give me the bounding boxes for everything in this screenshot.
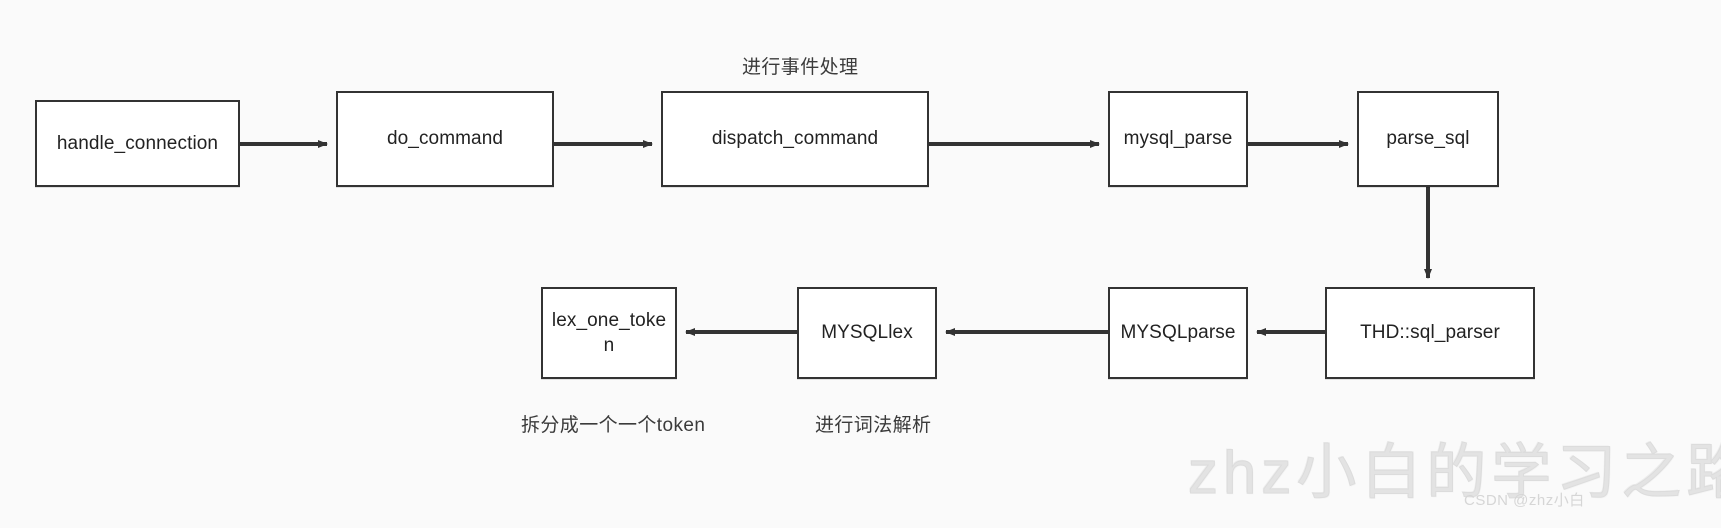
node-mysql-parse[interactable]: mysql_parse <box>1108 91 1248 187</box>
annotation-event-processing: 进行事件处理 <box>742 57 859 78</box>
annotation-lexical-analysis: 进行词法解析 <box>815 415 932 436</box>
node-mysql-parse-label: mysql_parse <box>1123 128 1233 150</box>
node-mysqllex[interactable]: MYSQLlex <box>797 287 937 379</box>
node-lex-one-token[interactable]: lex_one_toke n <box>541 287 677 379</box>
node-mysqllex-label: MYSQLlex <box>821 322 913 344</box>
node-handle-connection[interactable]: handle_connection <box>35 100 240 187</box>
node-dispatch-command[interactable]: dispatch_command <box>661 91 929 187</box>
node-mysqlparse[interactable]: MYSQLparse <box>1108 287 1248 379</box>
node-thd-sql-parser[interactable]: THD::sql_parser <box>1325 287 1535 379</box>
node-handle-connection-label: handle_connection <box>56 132 219 154</box>
node-dispatch-command-label: dispatch_command <box>711 128 879 150</box>
node-thd-sql-parser-label: THD::sql_parser <box>1360 322 1500 344</box>
node-lex-one-token-label: lex_one_toke n <box>551 309 667 356</box>
node-do-command-label: do_command <box>386 128 504 150</box>
node-parse-sql[interactable]: parse_sql <box>1357 91 1499 187</box>
node-mysqlparse-label: MYSQLparse <box>1120 322 1236 344</box>
annotation-split-into-tokens: 拆分成一个一个token <box>521 415 706 436</box>
flowchart-canvas: handle_connection do_command dispatch_co… <box>0 0 1721 528</box>
watermark-credit: CSDN @zhz小白 <box>1464 492 1585 509</box>
watermark-main: zhz小白的学习之路 <box>1187 439 1721 507</box>
node-parse-sql-label: parse_sql <box>1386 128 1470 150</box>
node-do-command[interactable]: do_command <box>336 91 554 187</box>
